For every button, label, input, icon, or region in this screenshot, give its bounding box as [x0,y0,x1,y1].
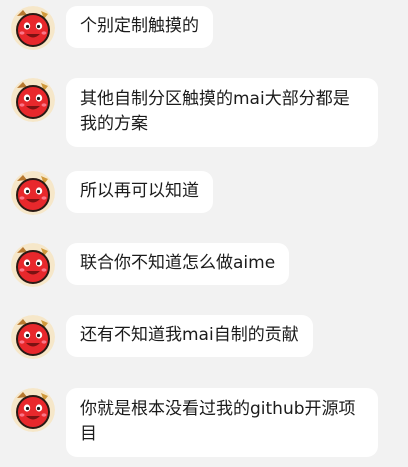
taiko-don-icon [11,243,55,287]
avatar[interactable] [11,388,55,432]
avatar[interactable] [11,243,55,287]
taiko-don-icon [11,388,55,432]
avatar[interactable] [11,78,55,122]
taiko-don-icon [11,78,55,122]
message-bubble[interactable]: 其他自制分区触摸的mai大部分都是我的方案 [66,78,378,147]
chat-message-list: 个别定制触摸的 其他自制分区触摸的mai大部分都是我的方案 所以再可以知道 联合… [0,0,408,467]
message-bubble[interactable]: 还有不知道我mai自制的贡献 [66,315,313,357]
message-row: 还有不知道我mai自制的贡献 [11,315,313,359]
message-bubble[interactable]: 所以再可以知道 [66,171,213,213]
avatar[interactable] [11,6,55,50]
message-row: 所以再可以知道 [11,171,213,215]
avatar[interactable] [11,171,55,215]
message-row: 其他自制分区触摸的mai大部分都是我的方案 [11,78,378,147]
message-row: 个别定制触摸的 [11,6,213,50]
message-bubble[interactable]: 你就是根本没看过我的github开源项目 [66,388,378,457]
message-bubble[interactable]: 联合你不知道怎么做aime [66,243,290,285]
message-row: 你就是根本没看过我的github开源项目 [11,388,378,457]
avatar[interactable] [11,315,55,359]
taiko-don-icon [11,171,55,215]
message-row: 联合你不知道怎么做aime [11,243,290,287]
message-bubble[interactable]: 个别定制触摸的 [66,6,213,48]
taiko-don-icon [11,315,55,359]
taiko-don-icon [11,6,55,50]
